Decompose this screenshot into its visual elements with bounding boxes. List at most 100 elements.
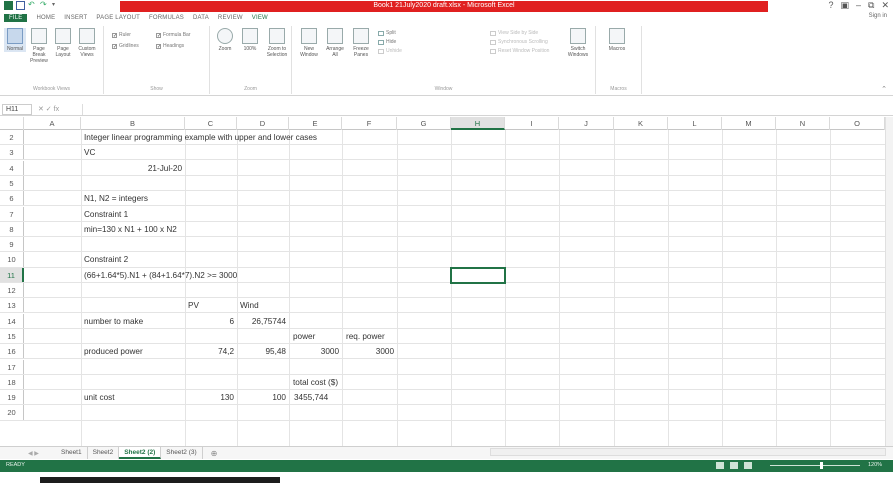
- custom-views-button[interactable]: Custom Views: [76, 28, 98, 58]
- row-header-15[interactable]: 15: [0, 328, 24, 344]
- cell-c19[interactable]: 130: [185, 390, 234, 405]
- cell-b3[interactable]: VC: [84, 145, 95, 160]
- column-header-k[interactable]: K: [614, 117, 668, 130]
- cell-d19[interactable]: 100: [237, 390, 286, 405]
- normal-view-icon[interactable]: [716, 462, 724, 469]
- synchronous-scrolling-button[interactable]: Synchronous Scrolling: [490, 39, 548, 45]
- zoom-100-button[interactable]: 100%: [239, 28, 261, 52]
- freeze-panes-button[interactable]: Freeze Panes: [350, 28, 372, 58]
- zoom-slider[interactable]: [770, 465, 860, 466]
- reset-window-position-button[interactable]: Reset Window Position: [490, 48, 549, 54]
- column-header-b[interactable]: B: [81, 117, 185, 130]
- row-header-10[interactable]: 10: [0, 252, 24, 267]
- cell-e15[interactable]: power: [293, 329, 315, 344]
- row-header-16[interactable]: 16: [0, 344, 24, 359]
- cell-c13[interactable]: PV: [188, 298, 199, 313]
- column-header-l[interactable]: L: [668, 117, 722, 130]
- row-header-12[interactable]: 12: [0, 283, 24, 298]
- column-header-g[interactable]: G: [397, 117, 451, 130]
- column-header-c[interactable]: C: [185, 117, 237, 130]
- column-header-h[interactable]: H: [451, 117, 505, 130]
- add-sheet-icon[interactable]: ⊕: [211, 449, 218, 458]
- close-icon[interactable]: ✕: [881, 0, 889, 11]
- arrange-all-button[interactable]: Arrange All: [324, 28, 346, 58]
- switch-windows-button[interactable]: Switch Windows: [564, 28, 592, 58]
- cell-b14[interactable]: number to make: [84, 314, 143, 329]
- row-header-9[interactable]: 9: [0, 237, 24, 252]
- column-header-d[interactable]: D: [237, 117, 289, 130]
- column-header-o[interactable]: O: [830, 117, 885, 130]
- name-box[interactable]: H11: [2, 103, 32, 115]
- page-layout-icon[interactable]: [730, 462, 738, 469]
- split-button[interactable]: Split: [378, 30, 396, 36]
- tab-formulas[interactable]: FORMULAS: [149, 15, 184, 21]
- sheet-tab-sheet2-3[interactable]: Sheet2 (3): [161, 447, 203, 459]
- row-header-7[interactable]: 7: [0, 206, 24, 221]
- cell-b16[interactable]: produced power: [84, 344, 143, 359]
- unhide-button[interactable]: Unhide: [378, 48, 402, 54]
- headings-checkbox[interactable]: ✓ Headings: [156, 43, 184, 49]
- cell-f16[interactable]: 3000: [342, 344, 394, 359]
- column-header-f[interactable]: F: [342, 117, 397, 130]
- zoom-button[interactable]: Zoom: [214, 28, 236, 52]
- tab-data[interactable]: DATA: [193, 15, 209, 21]
- ribbon-display-icon[interactable]: ▣: [840, 0, 849, 11]
- zoom-level[interactable]: 120%: [868, 462, 882, 468]
- page-layout-view-button[interactable]: Page Layout: [52, 28, 74, 58]
- active-cell-selection[interactable]: [450, 267, 506, 284]
- cell-e19[interactable]: 3455,744: [294, 390, 328, 405]
- cell-c16[interactable]: 74,2: [185, 344, 234, 359]
- cell-b10[interactable]: Constraint 2: [84, 252, 128, 267]
- cell-d14[interactable]: 26,75744: [237, 314, 286, 329]
- row-header-2[interactable]: 2: [0, 130, 24, 145]
- help-icon[interactable]: ?: [828, 0, 833, 11]
- cell-b4[interactable]: 21-Jul-20: [81, 161, 182, 176]
- new-window-button[interactable]: New Window: [298, 28, 320, 58]
- ruler-checkbox[interactable]: ✓ Ruler: [112, 32, 131, 38]
- cell-b7[interactable]: Constraint 1: [84, 207, 128, 222]
- tab-page-layout[interactable]: PAGE LAYOUT: [96, 15, 140, 21]
- undo-icon[interactable]: ↶: [28, 1, 37, 10]
- row-header-13[interactable]: 13: [0, 298, 24, 313]
- cell-b2[interactable]: Integer linear programming example with …: [84, 130, 317, 145]
- tab-insert[interactable]: INSERT: [64, 15, 87, 21]
- redo-icon[interactable]: ↷: [40, 1, 49, 10]
- column-header-i[interactable]: I: [505, 117, 559, 130]
- row-header-14[interactable]: 14: [0, 313, 24, 328]
- hide-button[interactable]: Hide: [378, 39, 396, 45]
- view-side-by-side-button[interactable]: View Side by Side: [490, 30, 538, 36]
- column-header-e[interactable]: E: [289, 117, 342, 130]
- select-all-corner[interactable]: [0, 117, 24, 130]
- cell-b19[interactable]: unit cost: [84, 390, 115, 405]
- collapse-ribbon-icon[interactable]: ⌃: [881, 85, 887, 93]
- cell-b11[interactable]: (66+1.64*5).N1 + (84+1.64*7).N2 >= 3000: [84, 268, 237, 283]
- zoom-to-selection-button[interactable]: Zoom to Selection: [264, 28, 290, 58]
- row-header-11[interactable]: 11: [0, 267, 24, 282]
- row-header-18[interactable]: 18: [0, 374, 24, 389]
- formula-input[interactable]: [82, 103, 893, 115]
- worksheet-grid[interactable]: A B C D E F G H I J K L M N O 2 Integer …: [0, 117, 893, 447]
- macros-button[interactable]: Macros: [606, 28, 628, 52]
- row-header-8[interactable]: 8: [0, 221, 24, 236]
- column-header-j[interactable]: J: [559, 117, 614, 130]
- customize-qat-icon[interactable]: ▾: [52, 1, 61, 10]
- tab-review[interactable]: REVIEW: [218, 15, 243, 21]
- tab-file[interactable]: FILE: [4, 14, 28, 22]
- sign-in-link[interactable]: Sign in: [869, 13, 887, 19]
- sheet-tab-sheet2-2[interactable]: Sheet2 (2): [119, 447, 162, 459]
- vertical-scrollbar[interactable]: [885, 117, 893, 447]
- restore-icon[interactable]: ⧉: [868, 0, 874, 11]
- sheet-tab-sheet1[interactable]: Sheet1: [56, 447, 88, 459]
- sheet-nav-arrows-icon[interactable]: ◀ ▶: [0, 450, 56, 457]
- column-header-m[interactable]: M: [722, 117, 776, 130]
- cell-d13[interactable]: Wind: [240, 298, 259, 313]
- page-break-preview-button[interactable]: Page Break Preview: [28, 28, 50, 64]
- cell-b6[interactable]: N1, N2 = integers: [84, 191, 148, 206]
- horizontal-scrollbar[interactable]: [490, 448, 886, 456]
- normal-view-button[interactable]: Normal: [4, 28, 26, 52]
- formula-bar-checkbox[interactable]: ✓ Formula Bar: [156, 32, 191, 38]
- column-header-a[interactable]: A: [24, 117, 81, 130]
- minimize-icon[interactable]: –: [856, 0, 861, 11]
- cell-f15[interactable]: req. power: [346, 329, 385, 344]
- cell-b8[interactable]: min=130 x N1 + 100 x N2: [84, 222, 177, 237]
